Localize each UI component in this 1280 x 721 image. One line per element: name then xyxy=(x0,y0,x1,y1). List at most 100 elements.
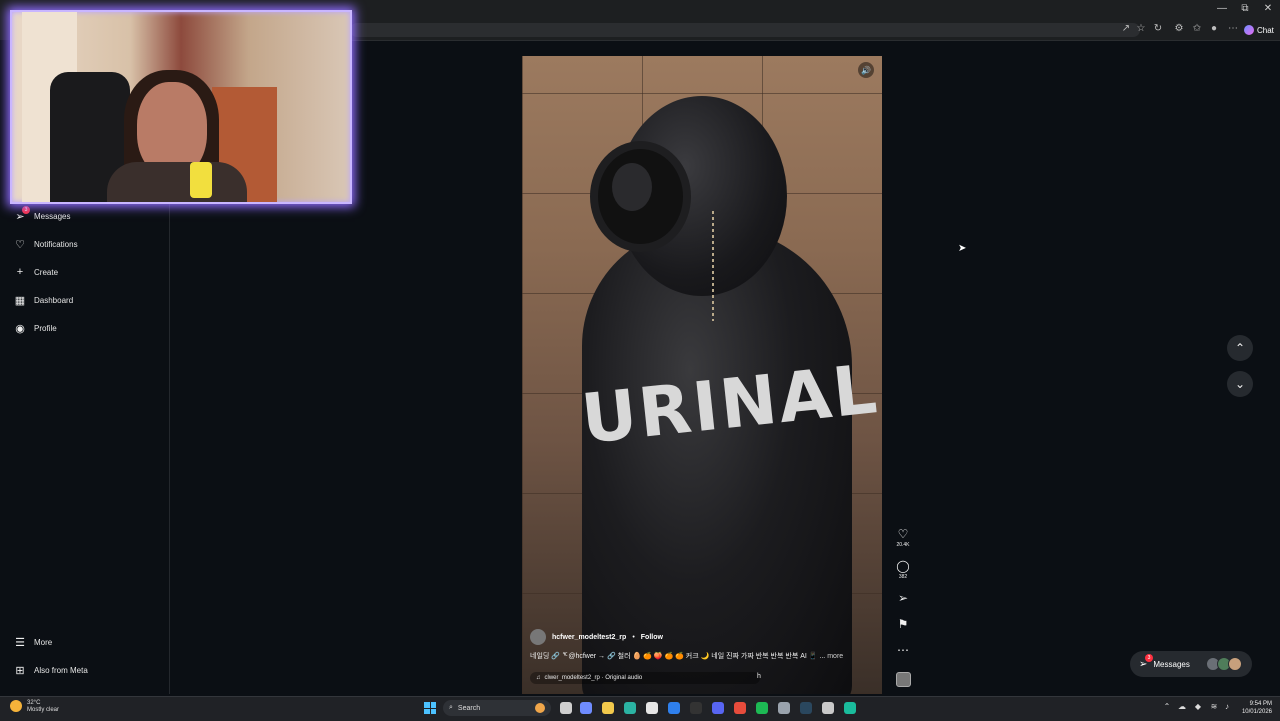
mail-icon[interactable] xyxy=(668,702,680,714)
plus-icon: + xyxy=(16,266,24,278)
close-button[interactable]: ✕ xyxy=(1260,3,1276,14)
weather-icon xyxy=(10,700,22,712)
follow-button[interactable]: Follow xyxy=(641,634,663,641)
sidebar-item-label: Notifications xyxy=(34,239,78,249)
author-row: hcfwer_modeltest2_rp • Follow xyxy=(530,629,663,645)
caption-text: 네일딩 🔗 ᄀᄃ@hcfwer → 🔗 철러 🥚 🍊 🍑 🍊 🍊 커크 🌙 네일… xyxy=(530,651,843,661)
sidebar-item-label: More xyxy=(34,637,53,647)
sidebar-item-notifications[interactable]: ♡ Notifications xyxy=(14,238,78,251)
sidebar-item-label: Messages xyxy=(34,211,71,221)
weather-widget[interactable]: 32°C Mostly clear xyxy=(10,700,59,714)
music-note-icon: ♫ xyxy=(536,675,541,681)
next-reel-button[interactable]: ⌄ xyxy=(1227,371,1253,397)
wifi-icon[interactable]: ≋ xyxy=(1208,702,1220,711)
search-highlight-icon xyxy=(535,703,545,713)
chain xyxy=(712,211,714,321)
author-avatar[interactable] xyxy=(530,629,546,645)
taskbar: 32°C Mostly clear ⌕ Search ⌃ ☁ ◆ ≋ ♪ 9:54… xyxy=(0,696,1280,721)
save-button[interactable]: ⚑ xyxy=(892,618,914,630)
messages-badge: 3 xyxy=(1145,653,1153,662)
refresh-icon[interactable]: ↻ xyxy=(1151,23,1165,34)
more-icon[interactable]: ⋯ xyxy=(1226,23,1240,34)
bookmark-icon: ⚑ xyxy=(897,617,909,631)
audio-trailing: h xyxy=(757,673,761,680)
time: 9:54 PM xyxy=(1249,701,1272,707)
avatar-icon: ◉ xyxy=(15,322,25,335)
favorites-icon[interactable]: ✩ xyxy=(1190,23,1204,34)
volume-icon[interactable]: 🔊 xyxy=(858,62,874,78)
more-link[interactable]: more xyxy=(827,653,843,660)
send-icon: ➢ xyxy=(897,591,909,605)
reel-caption: hcfwer_modeltest2_rp • Follow 네일딩 🔗 ᄀᄃ@h… xyxy=(530,624,874,694)
app-icon[interactable] xyxy=(844,702,856,714)
minimize-button[interactable]: — xyxy=(1214,3,1230,14)
sidebar-item-more[interactable]: ☰ More xyxy=(14,636,53,649)
chevron-up-icon[interactable]: ⌃ xyxy=(1161,702,1173,711)
obs-icon[interactable] xyxy=(690,702,702,714)
reel-video[interactable]: URINAL 🔊 hcfwer_modeltest2_rp • Follow 네… xyxy=(522,56,882,694)
sidebar-item-label: Create xyxy=(34,267,59,277)
spotify-icon[interactable] xyxy=(756,702,768,714)
steam-icon[interactable] xyxy=(800,702,812,714)
app-tray-icon[interactable]: ◆ xyxy=(1192,702,1204,711)
app-icon[interactable] xyxy=(734,702,746,714)
webcam-can xyxy=(190,162,212,198)
meta-apps-icon: ⊞ xyxy=(15,664,25,677)
mouse-cursor-icon: ➤ xyxy=(958,243,967,254)
author-name[interactable]: hcfwer_modeltest2_rp xyxy=(552,634,626,641)
app-icon[interactable] xyxy=(822,702,834,714)
avatar xyxy=(1228,657,1242,671)
sidebar-item-also-from-meta[interactable]: ⊞ Also from Meta xyxy=(14,664,88,677)
sidebar-item-create[interactable]: + Create xyxy=(14,266,58,278)
clock[interactable]: 9:54 PM 10/01/2026 xyxy=(1232,700,1272,716)
copilot-chat-button[interactable]: Chat xyxy=(1244,22,1274,38)
comment-button[interactable]: ◯ 382 xyxy=(892,560,914,580)
task-view-icon[interactable] xyxy=(560,702,572,714)
caption-body: 네일딩 🔗 ᄀᄃ@hcfwer → 🔗 철러 🥚 🍊 🍑 🍊 🍊 커크 🌙 네일… xyxy=(530,653,826,660)
share-icon[interactable]: ↗ xyxy=(1119,23,1133,34)
search-label: Search xyxy=(457,704,481,712)
discord-icon[interactable] xyxy=(712,702,724,714)
weather-desc: Mostly clear xyxy=(27,707,60,713)
edge-icon[interactable] xyxy=(624,702,636,714)
store-icon[interactable] xyxy=(646,702,658,714)
sidebar-item-messages[interactable]: ➢ 3 Messages xyxy=(14,206,71,223)
date: 10/01/2026 xyxy=(1241,709,1272,715)
windows-start-icon[interactable] xyxy=(424,702,436,714)
restore-button[interactable]: ⧉ xyxy=(1237,3,1253,14)
send-icon: ➢ 3 xyxy=(1139,653,1153,670)
copilot-icon[interactable] xyxy=(580,702,592,714)
search-icon: ⌕ xyxy=(449,704,453,711)
sidebar-item-dashboard[interactable]: ▦ Dashboard xyxy=(14,294,74,307)
extensions-icon[interactable]: ⚙ xyxy=(1172,23,1186,34)
messages-pill[interactable]: ➢ 3 Messages xyxy=(1130,651,1252,677)
heart-icon: ♡ xyxy=(15,238,25,251)
file-explorer-icon[interactable] xyxy=(602,702,614,714)
chevron-up-icon: ⌃ xyxy=(1234,341,1246,355)
heart-icon: ♡ xyxy=(897,527,909,541)
favorite-star-icon[interactable]: ☆ xyxy=(1134,23,1148,34)
profile-icon[interactable]: ● xyxy=(1207,23,1221,34)
address-bar[interactable] xyxy=(350,23,1140,37)
sidebar-item-label: Profile xyxy=(34,323,57,333)
more-icon: ⋯ xyxy=(897,643,909,657)
like-button[interactable]: ♡ 20.4K xyxy=(892,528,914,548)
audio-thumbnail[interactable] xyxy=(896,672,911,687)
message-avatars xyxy=(1206,657,1242,671)
messages-pill-label: Messages xyxy=(1153,659,1190,669)
webcam-shirt xyxy=(107,162,247,202)
more-options-button[interactable]: ⋯ xyxy=(892,644,914,656)
gas-mask xyxy=(590,141,691,252)
audio-row[interactable]: ♫ clwer_modeltest2_rp · Original audio xyxy=(530,672,760,684)
previous-reel-button[interactable]: ⌃ xyxy=(1227,335,1253,361)
chart-icon: ▦ xyxy=(14,294,26,307)
sidebar-item-label: Also from Meta xyxy=(34,665,88,675)
weather-temp: 32°C xyxy=(27,700,41,706)
sidebar-item-profile[interactable]: ◉ Profile xyxy=(14,322,57,335)
taskbar-search[interactable]: ⌕ Search xyxy=(443,700,551,716)
separator-dot: • xyxy=(632,633,635,641)
cloud-icon[interactable]: ☁ xyxy=(1176,702,1188,711)
share-button[interactable]: ➢ xyxy=(892,592,914,604)
settings-icon[interactable] xyxy=(778,702,790,714)
sidebar-item-label: Dashboard xyxy=(34,295,74,305)
